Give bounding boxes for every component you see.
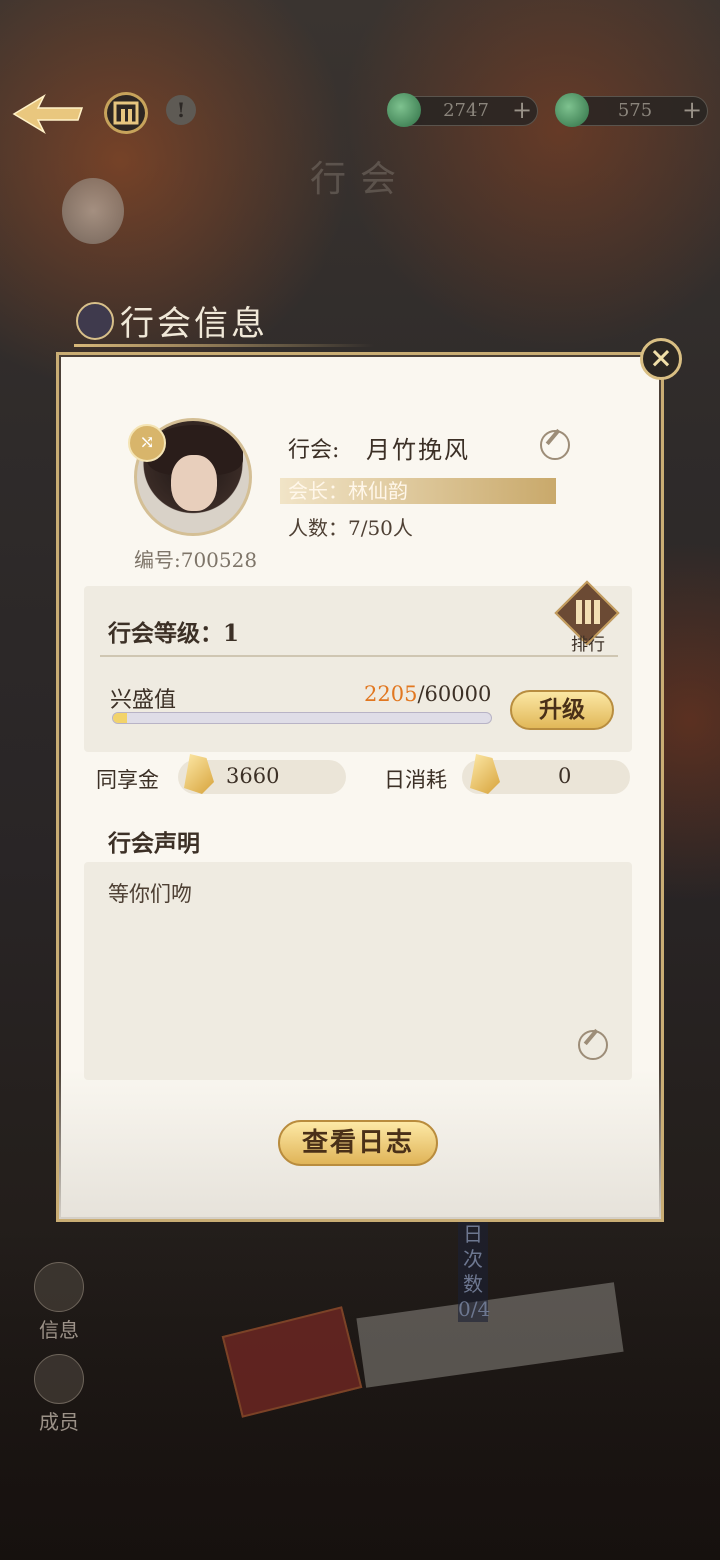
back-button[interactable] xyxy=(8,90,86,138)
edit-statement-icon[interactable] xyxy=(578,1030,608,1060)
home-icon xyxy=(113,101,139,125)
info-icon: ! xyxy=(176,98,186,122)
statement-title: 行会声明 xyxy=(108,830,200,857)
page-title: 行会 xyxy=(309,159,410,200)
guild-id: 编号:700528 xyxy=(134,548,258,572)
back-arrow-icon xyxy=(12,94,84,134)
jade-coin-icon xyxy=(387,93,421,127)
close-icon: × xyxy=(649,341,673,374)
view-log-button[interactable]: 查看日志 xyxy=(278,1120,438,1166)
guild-leader: 会长：林仙韵 xyxy=(288,479,408,503)
level-divider xyxy=(100,655,618,657)
guild-name-label: 行会: xyxy=(288,438,340,463)
side-nav-info-label: 信息 xyxy=(39,1318,79,1342)
section-title-text: 行会信息 xyxy=(120,304,268,344)
upgrade-button[interactable]: 升级 xyxy=(510,690,614,730)
green-gem-icon xyxy=(555,93,589,127)
daily-count: 日次数0/4 xyxy=(458,1222,491,1322)
shuffle-avatar-button[interactable]: ⤭ xyxy=(128,424,166,462)
nav-members-icon xyxy=(34,1354,84,1404)
prosperity-current: 2205 xyxy=(364,682,418,706)
currency-jade-value: 2747 xyxy=(443,100,489,121)
close-button[interactable]: × xyxy=(640,338,682,380)
edit-icon[interactable] xyxy=(540,430,570,460)
member-count: 人数：7/50人 xyxy=(288,516,413,540)
rank-bars-icon xyxy=(576,600,600,624)
avatar-face xyxy=(171,455,217,511)
statement-text: 等你们吻 xyxy=(108,882,192,906)
plus-icon[interactable]: + xyxy=(511,98,533,122)
prosperity-label: 兴盛值 xyxy=(110,688,177,713)
rank-label: 排行 xyxy=(571,635,605,655)
daily-cost-label: 日消耗 xyxy=(384,768,447,792)
side-nav-info[interactable]: 信息 xyxy=(34,1262,84,1343)
prosperity-max: /60000 xyxy=(417,682,492,706)
shared-funds-value: 3660 xyxy=(226,764,280,788)
shuffle-icon: ⤭ xyxy=(139,432,155,453)
rank-button[interactable]: 排行 xyxy=(554,580,620,655)
currency-green-value: 575 xyxy=(617,100,653,121)
side-nav-members[interactable]: 成员 xyxy=(34,1354,84,1435)
plus-icon[interactable]: + xyxy=(681,98,703,122)
guild-level: 行会等级：1 xyxy=(108,620,240,647)
prosperity-progress-fill xyxy=(113,713,127,723)
daily-cost-value: 0 xyxy=(558,764,572,788)
prosperity-value: 2205/60000 xyxy=(364,682,491,706)
nav-info-icon xyxy=(34,1262,84,1312)
shared-funds-label: 同享金 xyxy=(96,768,159,792)
currency-green: 575 + xyxy=(555,93,708,127)
currency-jade: 2747 + xyxy=(387,93,538,127)
side-nav-members-label: 成员 xyxy=(39,1410,79,1434)
info-button[interactable]: ! xyxy=(166,95,196,125)
guild-emblem-icon xyxy=(76,302,114,340)
section-title-underline xyxy=(74,344,374,347)
table-surface xyxy=(0,1230,720,1560)
guild-name: 月竹挽风 xyxy=(366,436,470,464)
prosperity-progress-bar xyxy=(112,712,492,724)
home-button[interactable] xyxy=(104,92,148,134)
